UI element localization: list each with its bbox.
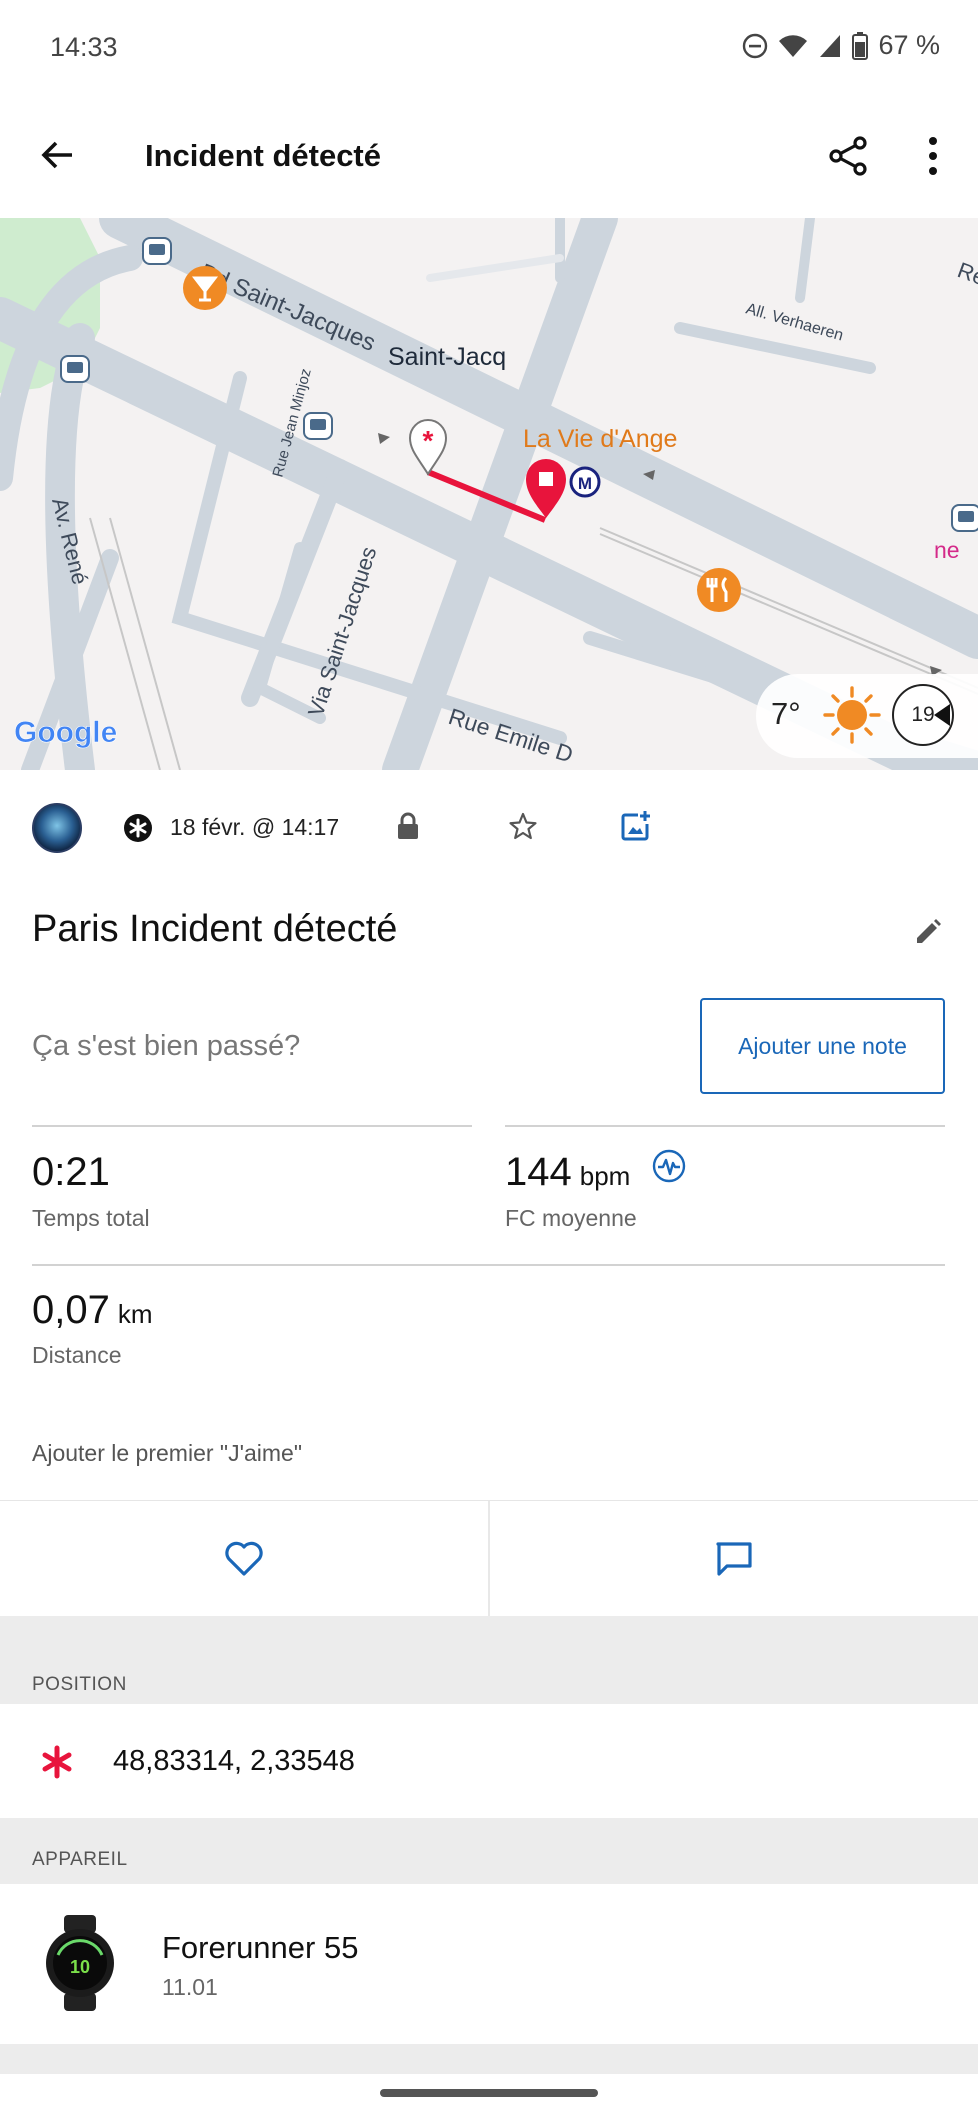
social-action-bar — [0, 1500, 978, 1617]
battery-percent: 67 % — [878, 30, 940, 60]
device-name: Forerunner 55 — [162, 1930, 359, 1965]
more-vert-icon — [929, 137, 937, 175]
map-label-la-vie-dange: La Vie d'Ange — [523, 425, 677, 453]
home-indicator[interactable] — [380, 2089, 598, 2097]
lock-icon[interactable] — [396, 812, 420, 840]
distance-unit: km — [117, 1299, 153, 1329]
bus-stop-icon — [951, 504, 978, 532]
total-time-label: Temps total — [32, 1205, 150, 1231]
incident-activity-icon — [124, 814, 152, 842]
map-label-saint-jacques-stop: Saint-Jacq — [388, 343, 506, 371]
total-time-number: 0:21 — [32, 1150, 110, 1194]
divider — [32, 1264, 945, 1266]
avatar[interactable] — [32, 803, 82, 853]
position-section-title: POSITION — [32, 1674, 127, 1695]
add-photo-icon[interactable] — [620, 810, 652, 842]
divider — [32, 1125, 472, 1127]
activity-title: Paris Incident détecté — [32, 908, 398, 950]
distance-label: Distance — [32, 1342, 122, 1368]
device-section-header — [0, 1818, 978, 1884]
activity-meta-row: 18 févr. @ 14:17 — [0, 790, 978, 860]
status-bar: 14:33 67 % — [0, 0, 978, 100]
page-title: Incident détecté — [145, 138, 381, 173]
weather-temperature: 7° — [771, 696, 801, 731]
avg-hr-number: 144 — [505, 1150, 572, 1194]
device-section-title: APPAREIL — [32, 1849, 128, 1870]
position-section-header — [0, 1616, 978, 1704]
distance-value: 0,07 km — [32, 1288, 153, 1333]
bus-stop-icon — [142, 237, 172, 265]
avg-hr-value: 144 bpm — [505, 1150, 630, 1195]
metro-label: M — [578, 474, 592, 493]
comment-button[interactable] — [490, 1501, 978, 1617]
bus-stop-icon — [60, 355, 90, 383]
more-options-button[interactable] — [908, 130, 958, 182]
like-button[interactable] — [0, 1501, 488, 1617]
google-logo-text: Google — [14, 716, 117, 749]
add-note-button[interactable]: Ajouter une note — [700, 998, 945, 1094]
avg-hr-label: FC moyenne — [505, 1205, 637, 1231]
comment-icon — [716, 1542, 752, 1576]
watch-face-number: 10 — [70, 1957, 90, 1977]
avg-hr-unit: bpm — [579, 1161, 631, 1191]
star-icon[interactable] — [508, 811, 538, 841]
bottom-band — [0, 2044, 978, 2074]
back-arrow-icon — [41, 141, 72, 169]
wind-speed: 19 — [911, 703, 935, 726]
device-version: 11.01 — [162, 1974, 218, 2000]
device-card[interactable] — [0, 1884, 978, 2044]
cell-signal-icon — [818, 33, 842, 59]
heart-icon — [225, 1541, 263, 1576]
like-prompt[interactable]: Ajouter le premier "J'aime" — [32, 1440, 302, 1467]
status-time: 14:33 — [50, 32, 118, 62]
share-icon — [829, 136, 867, 176]
bar-poi-icon — [183, 266, 227, 310]
activity-date: 18 févr. @ 14:17 — [170, 814, 340, 840]
note-prompt: Ça s'est bien passé? — [32, 1030, 301, 1062]
do-not-disturb-icon — [742, 33, 768, 59]
google-logo: Google — [14, 716, 118, 750]
share-button[interactable] — [822, 130, 874, 182]
battery-icon — [852, 31, 869, 60]
watch-icon: 10 — [46, 1915, 114, 2011]
status-icons: 67 % — [742, 30, 940, 61]
wifi-icon — [778, 33, 808, 59]
incident-location-icon — [42, 1745, 72, 1779]
metro-icon: M — [569, 466, 601, 498]
heart-rate-monitor-icon — [652, 1149, 686, 1183]
bus-stop-icon — [303, 412, 333, 440]
app-bar: Incident détecté — [0, 100, 978, 218]
edit-pencil-icon[interactable] — [914, 918, 942, 946]
divider — [505, 1125, 945, 1127]
restaurant-poi-icon — [697, 568, 741, 612]
sun-icon — [823, 686, 881, 744]
svg-text:*: * — [423, 425, 434, 456]
total-time-value: 0:21 — [32, 1150, 110, 1195]
wind-direction-icon — [934, 704, 950, 726]
activity-map[interactable]: Bd Saint-Jacques All. Verhaeren Saint-Ja… — [0, 218, 978, 770]
map-label-edge-ne: ne — [934, 537, 960, 563]
back-button[interactable] — [32, 130, 82, 180]
position-coordinates[interactable]: 48,83314, 2,33548 — [113, 1745, 355, 1778]
distance-number: 0,07 — [32, 1288, 110, 1332]
